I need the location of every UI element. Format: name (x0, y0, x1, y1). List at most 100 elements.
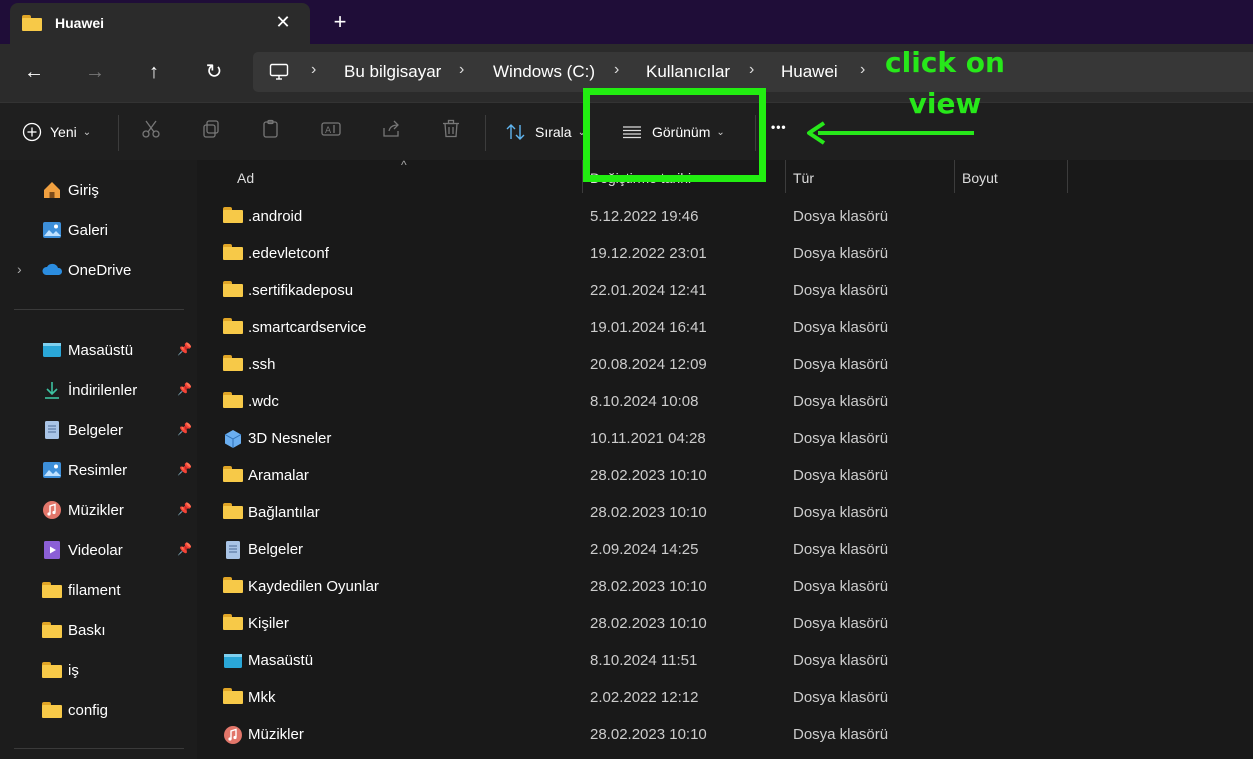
sidebar-item-music[interactable]: Müzikler (42, 498, 124, 522)
sidebar-item-label: filament (68, 581, 121, 599)
file-date: 22.01.2024 12:41 (590, 282, 707, 299)
address-bar[interactable]: › Bu bilgisayar › Windows (C:) › Kullanı… (253, 52, 1253, 92)
file-row[interactable]: 3D Nesneler 10.11.2021 04:28 Dosya klasörü (198, 421, 1253, 458)
file-type: Dosya klasörü (793, 652, 889, 669)
toolbar-divider (485, 115, 486, 151)
file-name: .smartcardservice (248, 319, 367, 336)
plus-circle-icon (22, 122, 42, 142)
sidebar-item-baski[interactable]: Baskı (42, 618, 106, 642)
file-row[interactable]: .edevletconf 19.12.2022 23:01 Dosya klasör… (198, 236, 1253, 273)
file-date: 20.08.2024 12:09 (590, 356, 707, 373)
copy-icon[interactable] (200, 119, 222, 141)
back-button[interactable]: ← (22, 60, 46, 84)
sidebar-item-is[interactable]: iş (42, 658, 79, 682)
file-row[interactable]: Masaüstü 8.10.2024 11:51 Dosya klasörü (198, 643, 1253, 680)
cut-icon[interactable] (140, 119, 162, 141)
paste-icon[interactable] (260, 119, 282, 141)
pin-icon[interactable]: 📌 (177, 382, 192, 396)
column-header-type[interactable]: Tür (793, 170, 814, 186)
computer-icon (269, 62, 289, 85)
navigation-pane: Giriş Galeri › OneDrive Masaüstü 📌 İndir… (0, 160, 197, 759)
breadcrumb-users[interactable]: Kullanıcılar (646, 62, 730, 82)
file-date: 8.10.2024 10:08 (590, 393, 699, 410)
annotation-text: click on view (885, 46, 1005, 120)
file-row[interactable]: .ssh 20.08.2024 12:09 Dosya klasörü (198, 347, 1253, 384)
file-type: Dosya klasörü (793, 467, 889, 484)
sidebar-item-home[interactable]: Giriş (42, 178, 99, 202)
file-row[interactable]: Belgeler 2.09.2024 14:25 Dosya klasörü (198, 532, 1253, 569)
more-options-button[interactable]: ••• (771, 120, 787, 134)
pin-icon[interactable]: 📌 (177, 422, 192, 436)
file-row[interactable]: .sertifikadeposu 22.01.2024 12:41 Dosya kl… (198, 273, 1253, 310)
sidebar-item-filament[interactable]: filament (42, 578, 121, 602)
breadcrumb-windows-c[interactable]: Windows (C:) (493, 62, 595, 82)
sidebar-item-config[interactable]: config (42, 698, 108, 722)
file-row[interactable]: Müzikler 28.02.2023 10:10 Dosya klasörü (198, 717, 1253, 754)
music-icon (42, 500, 62, 520)
file-row[interactable]: Bağlantılar 28.02.2023 10:10 Dosya klasörü (198, 495, 1253, 532)
file-row[interactable]: Kişiler 28.02.2023 10:10 Dosya klasörü (198, 606, 1253, 643)
folder-icon (42, 660, 62, 680)
sidebar-item-onedrive[interactable]: OneDrive (42, 258, 131, 282)
column-divider[interactable] (785, 160, 786, 193)
file-date: 28.02.2023 10:10 (590, 578, 707, 595)
sidebar-item-gallery[interactable]: Galeri (42, 218, 108, 242)
sidebar-item-videos[interactable]: Videolar (42, 538, 123, 562)
file-row[interactable]: Mkk 2.02.2022 12:12 Dosya klasörü (198, 680, 1253, 717)
file-date: 19.12.2022 23:01 (590, 245, 707, 262)
breadcrumb-separator: › (459, 61, 465, 78)
column-header-size[interactable]: Boyut (962, 170, 998, 186)
up-button[interactable]: ↑ (142, 60, 166, 84)
document-icon (223, 540, 243, 559)
file-type: Dosya klasörü (793, 689, 889, 706)
pin-icon[interactable]: 📌 (177, 342, 192, 356)
file-date: 2.02.2022 12:12 (590, 689, 699, 706)
delete-icon[interactable] (440, 119, 462, 141)
breadcrumb-huawei[interactable]: Huawei (781, 62, 838, 82)
file-row[interactable]: .smartcardservice 19.01.2024 16:41 Dosya k… (198, 310, 1253, 347)
sidebar-item-label: iş (68, 661, 79, 679)
folder-icon (223, 577, 243, 595)
sort-button[interactable]: Sırala ⌄ (505, 122, 586, 142)
file-date: 28.02.2023 10:10 (590, 504, 707, 521)
file-row[interactable]: Aramalar 28.02.2023 10:10 Dosya klasörü (198, 458, 1253, 495)
annotation-highlight-box (583, 88, 766, 182)
file-row[interactable]: .wdc 8.10.2024 10:08 Dosya klasörü (198, 384, 1253, 421)
folder-icon (223, 688, 243, 706)
file-date: 2.09.2024 14:25 (590, 541, 699, 558)
sidebar-item-pictures[interactable]: Resimler (42, 458, 127, 482)
expand-chevron-icon[interactable]: › (17, 261, 22, 277)
desktop-icon (223, 651, 243, 669)
close-tab-icon[interactable]: ✕ (272, 11, 294, 33)
pin-icon[interactable]: 📌 (177, 502, 192, 516)
column-header-name[interactable]: Ad (237, 170, 254, 186)
pin-icon[interactable]: 📌 (177, 542, 192, 556)
rename-icon[interactable]: A (320, 119, 342, 141)
share-icon[interactable] (380, 119, 402, 141)
title-bar: Huawei ✕ + (0, 0, 1253, 44)
file-name: .wdc (248, 393, 279, 410)
breadcrumb-separator: › (749, 61, 755, 78)
sidebar-item-desktop[interactable]: Masaüstü (42, 338, 133, 362)
file-name: .sertifikadeposu (248, 282, 354, 299)
home-icon (42, 180, 62, 200)
breadcrumb-this-pc[interactable]: Bu bilgisayar (344, 62, 441, 82)
file-name: Masaüstü (248, 652, 314, 669)
refresh-button[interactable]: ↻ (202, 60, 226, 84)
column-divider[interactable] (954, 160, 955, 193)
column-divider[interactable] (1067, 160, 1068, 193)
sidebar-item-downloads[interactable]: İndirilenler (42, 378, 137, 402)
new-button[interactable]: Yeni ⌄ (22, 122, 91, 142)
sidebar-item-documents[interactable]: Belgeler (42, 418, 123, 442)
file-row[interactable]: .android 5.12.2022 19:46 Dosya klasörü (198, 199, 1253, 236)
file-row[interactable]: Kaydedilen Oyunlar 28.02.2023 10:10 Dosya … (198, 569, 1253, 606)
pin-icon[interactable]: 📌 (177, 462, 192, 476)
file-type: Dosya klasörü (793, 356, 889, 373)
new-tab-button[interactable]: + (328, 10, 352, 34)
forward-button[interactable]: → (83, 60, 107, 84)
download-icon (42, 380, 62, 400)
sidebar-divider (14, 748, 184, 749)
video-icon (42, 540, 62, 560)
window-tab[interactable]: Huawei ✕ (10, 3, 310, 44)
file-date: 10.11.2021 04:28 (590, 430, 706, 447)
